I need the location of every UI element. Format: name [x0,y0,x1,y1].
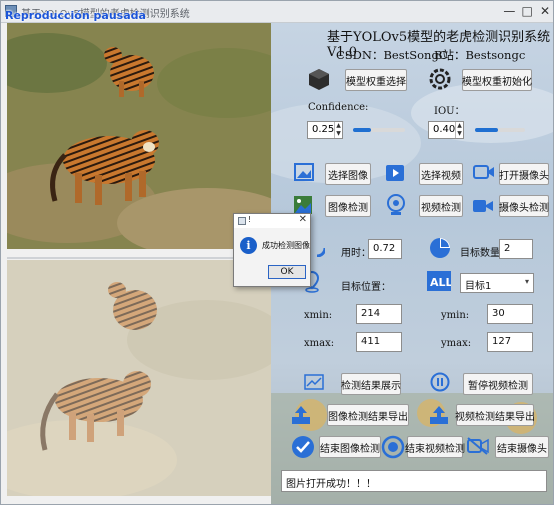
position-label: 目标位置： [341,282,391,293]
iou-spinbox[interactable]: 0.40 ▲ ▼ [428,121,464,139]
xmin-field: 214 [356,304,402,324]
tiger-photo-original [7,23,271,249]
cube-icon [308,68,330,94]
pie-chart-icon [429,237,451,263]
ymax-label: ymax: [441,338,472,349]
target-select[interactable]: 目标1 ▾ [460,273,534,293]
end-camera-button[interactable]: 结束摄像头 [495,436,549,458]
maximize-button[interactable]: □ [521,4,533,18]
confidence-slider-fill [353,128,372,132]
count-field: 2 [499,239,533,259]
camera-icon [473,164,495,184]
confidence-spinbox[interactable]: 0.25 ▲ ▼ [307,121,343,139]
tiger-photo-result [7,260,271,496]
xmax-field: 411 [356,332,402,352]
all-icon: ALL [427,271,453,295]
dialog-message: 成功检测图像 [262,241,310,250]
webcam-icon [386,194,406,220]
select-video-button[interactable]: 选择视频 [419,163,463,185]
export-image-results-button[interactable]: 图像检测结果导出 [327,404,409,426]
target-select-value: 目标1 [465,281,492,292]
settings-icon [429,68,451,94]
iou-slider-fill [475,128,498,132]
close-button[interactable]: ✕ [539,4,551,18]
panel-background-art [271,83,553,504]
camera-detect-button[interactable]: 摄像头检测 [499,195,549,217]
camera-off-icon [467,437,489,459]
open-camera-button[interactable]: 打开摄像头 [499,163,549,185]
spin-arrows-icon[interactable]: ▲ ▼ [334,122,342,138]
checkmark-circle-icon [291,435,315,463]
clock-icon [309,239,327,261]
ymax-field: 127 [487,332,533,352]
ymin-label: ymin: [441,310,470,321]
iou-label: IOU： [434,106,465,117]
end-video-detect-button[interactable]: 结束视频检测 [405,436,465,458]
recording-overlay-text: Reproducción pausada [5,9,146,22]
stop-record-icon [381,435,405,463]
csdn-label: CSDN：BestSongC [336,48,448,62]
upload-icon [291,405,311,429]
dialog-title: ! [248,215,252,224]
confidence-slider[interactable] [353,128,405,132]
upload-icon [429,405,449,429]
bilibili-label: B站：Bestsongc [434,48,526,62]
iou-slider[interactable] [475,128,525,132]
xmin-label: xmin: [304,310,333,321]
select-image-button[interactable]: 选择图像 [325,163,371,185]
ok-button[interactable]: OK [268,265,306,279]
time-field: 0.72 [368,239,402,259]
title-bar: 基于YOLOv5模型的老虎检测识别系统 Reproducción pausada… [1,1,553,23]
info-icon: i [240,237,257,254]
window-controls: — □ ✕ [501,4,551,18]
select-weights-button[interactable]: 模型权重选择 [345,69,407,91]
message-dialog: ! ✕ i 成功检测图像 OK [233,213,311,287]
video-file-icon [385,162,405,186]
iou-value: 0.40 [433,124,456,135]
minimize-button[interactable]: — [503,4,515,18]
pane-divider [7,257,271,259]
original-image-view [7,23,271,249]
app-window: 基于YOLOv5模型的老虎检测识别系统 Reproducción pausada… [0,0,554,505]
video-camera-icon [473,198,493,217]
time-label: 用时： [341,248,371,259]
control-panel [271,23,553,504]
confidence-label: Confidence: [308,102,369,113]
pause-icon [430,372,450,396]
xmax-label: xmax: [304,338,335,349]
status-message: 图片打开成功！！！ [281,470,547,492]
line-chart-icon [304,374,324,394]
confidence-value: 0.25 [312,124,335,135]
end-image-detect-button[interactable]: 结束图像检测 [319,436,381,458]
ymin-field: 30 [487,304,533,324]
image-icon [294,163,314,185]
svg-text:ALL: ALL [430,276,451,289]
dialog-app-icon [238,217,246,225]
chevron-down-icon: ▾ [524,277,529,286]
show-results-button[interactable]: 检测结果展示 [341,373,401,395]
detection-result-view [7,260,271,496]
export-video-results-button[interactable]: 视频检测结果导出 [455,404,535,426]
init-weights-button[interactable]: 模型权重初始化 [462,69,532,91]
spin-arrows-icon[interactable]: ▲ ▼ [455,122,463,138]
dialog-title-bar: ! ✕ [234,214,310,228]
close-icon[interactable]: ✕ [299,214,307,225]
pause-video-button[interactable]: 暂停视频检测 [463,373,533,395]
image-detect-button[interactable]: 图像检测 [325,195,371,217]
video-detect-button[interactable]: 视频检测 [419,195,463,217]
